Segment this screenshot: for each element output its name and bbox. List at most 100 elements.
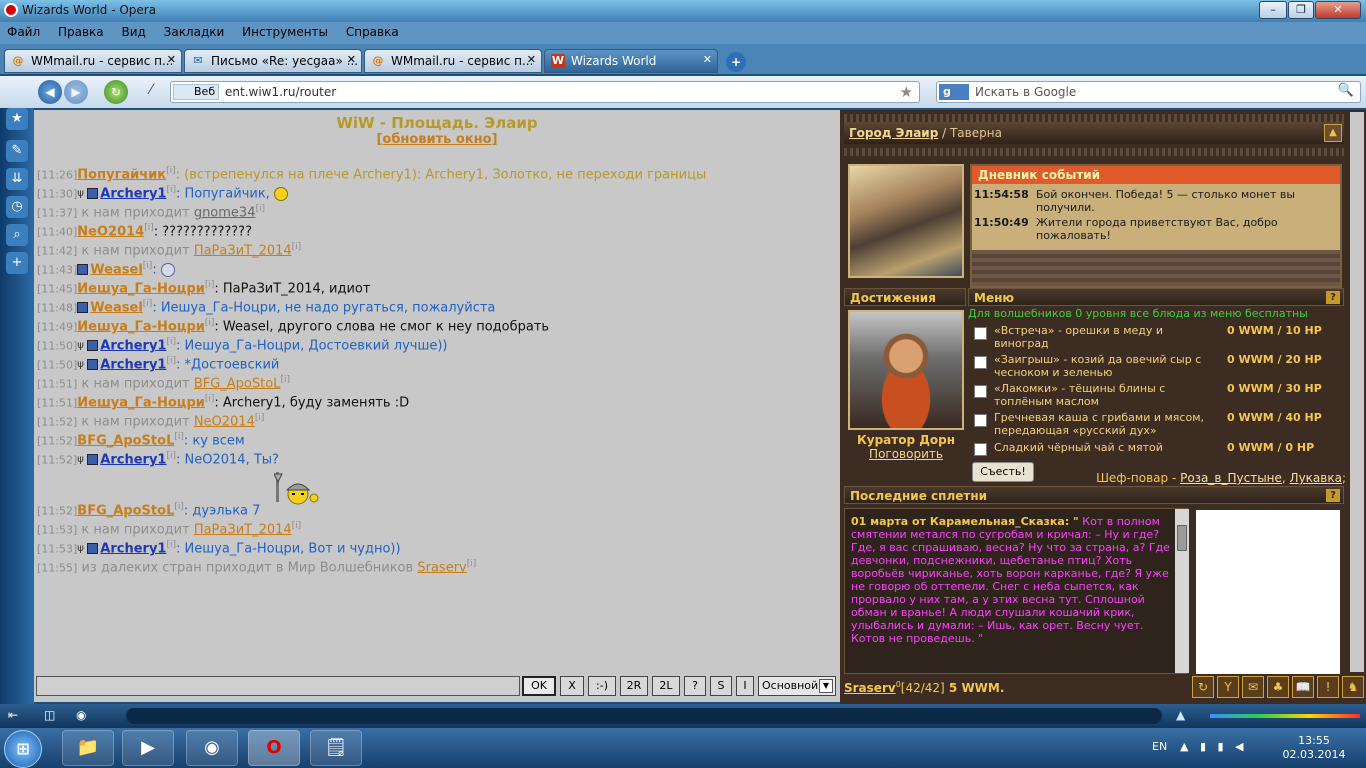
chat-info-link[interactable]: [i] bbox=[166, 451, 176, 461]
menu-view[interactable]: Вид bbox=[114, 22, 152, 42]
chat-nick[interactable]: Weasel bbox=[90, 300, 142, 315]
chevron-down-icon[interactable]: ▼ bbox=[819, 679, 833, 693]
chat-info-link[interactable]: [i] bbox=[205, 394, 215, 404]
clan-icon[interactable] bbox=[87, 543, 99, 555]
zoom-slider[interactable] bbox=[1210, 714, 1360, 718]
menu-item-checkbox[interactable] bbox=[974, 356, 987, 369]
search-panel-icon[interactable]: ⌕ bbox=[6, 224, 28, 246]
tab-wmmail-1[interactable]: @ WMmail.ru - сервис п... ✕ bbox=[4, 49, 182, 73]
start-button[interactable]: ⊞ bbox=[4, 730, 42, 768]
chat-info-link[interactable]: [i] bbox=[205, 280, 215, 290]
player-name[interactable]: Sraserv bbox=[844, 681, 896, 695]
back-icon[interactable]: ◀ bbox=[38, 80, 62, 104]
chat-ok-button[interactable]: OK bbox=[522, 676, 556, 696]
inventory-tool-icon[interactable]: ♣ bbox=[1267, 676, 1289, 698]
tab-wizards-world[interactable]: W Wizards World ✕ bbox=[544, 49, 718, 73]
chat-info-link[interactable]: [i] bbox=[166, 337, 176, 347]
refresh-link[interactable]: [обновить окно] bbox=[34, 132, 840, 147]
menu-bookmarks[interactable]: Закладки bbox=[157, 22, 232, 42]
add-panel-icon[interactable]: + bbox=[6, 252, 28, 274]
clan-icon[interactable] bbox=[87, 340, 99, 352]
clan-icon[interactable] bbox=[77, 302, 89, 314]
clan-icon[interactable] bbox=[87, 359, 99, 371]
chat-nick[interactable]: Weasel bbox=[90, 262, 142, 277]
chat-info-link[interactable]: [i] bbox=[292, 521, 302, 531]
tab-letter[interactable]: ✉ Письмо «Re: yecgaa» ... ✕ bbox=[184, 49, 362, 73]
scroll-thumb[interactable] bbox=[1177, 525, 1187, 551]
turbo-icon[interactable]: ◫ bbox=[44, 708, 55, 722]
chrome-taskbar-icon[interactable]: ◉ bbox=[186, 730, 238, 766]
chat-info-link[interactable]: [i] bbox=[143, 299, 153, 309]
opera-taskbar-icon[interactable]: O bbox=[248, 730, 300, 766]
search-icon[interactable]: 🔍 bbox=[1338, 83, 1354, 98]
chat-info-link[interactable]: [i] bbox=[255, 204, 265, 214]
tab-close-icon[interactable]: ✕ bbox=[527, 53, 536, 66]
city-link[interactable]: Город Элаир bbox=[849, 126, 938, 140]
chat-nick[interactable]: Archery1 bbox=[100, 541, 166, 556]
menu-item-checkbox[interactable] bbox=[974, 414, 987, 427]
tab-wmmail-2[interactable]: @ WMmail.ru - сервис п... ✕ bbox=[364, 49, 542, 73]
chat-s-button[interactable]: S bbox=[710, 676, 732, 696]
clan-tool-icon[interactable]: Y bbox=[1217, 676, 1239, 698]
gossip-scrollbar[interactable] bbox=[1175, 509, 1189, 673]
chat-info-link[interactable]: [i] bbox=[143, 261, 153, 271]
chat-info-link[interactable]: [i] bbox=[467, 559, 477, 569]
unite-icon[interactable]: ◉ bbox=[76, 708, 86, 722]
history-icon[interactable]: ◷ bbox=[6, 196, 28, 218]
collapse-icon[interactable]: ▲ bbox=[1324, 124, 1342, 142]
mail-tool-icon[interactable]: ✉ bbox=[1242, 676, 1264, 698]
google-engine-icon[interactable]: g bbox=[939, 84, 969, 100]
chat-info-link[interactable]: [i] bbox=[292, 242, 302, 252]
chat-nick[interactable]: Иешуа_Га-Ноцри bbox=[77, 319, 205, 334]
new-tab-button[interactable]: + bbox=[726, 52, 746, 72]
close-window-button[interactable]: ✕ bbox=[1315, 1, 1361, 19]
search-box[interactable]: g Искать в Google 🔍 bbox=[936, 81, 1361, 103]
chat-info-link[interactable]: [i] bbox=[144, 223, 154, 233]
chat-nick[interactable]: BFG_ApoStoL bbox=[77, 503, 174, 518]
menu-file[interactable]: Файл bbox=[0, 22, 47, 42]
gossip-help-button[interactable]: ? bbox=[1326, 489, 1340, 502]
downloads-icon[interactable]: ⇊ bbox=[6, 168, 28, 190]
clan-icon[interactable] bbox=[87, 188, 99, 200]
alert-tool-icon[interactable]: ! bbox=[1317, 676, 1339, 698]
media-player-taskbar-icon[interactable]: ▶ bbox=[122, 730, 174, 766]
chat-nick[interactable]: Иешуа_Га-Ноцри bbox=[77, 395, 205, 410]
tab-close-icon[interactable]: ✕ bbox=[703, 53, 712, 66]
maximize-button[interactable]: ❐ bbox=[1288, 1, 1314, 19]
chat-info-link[interactable]: [i] bbox=[166, 185, 176, 195]
chef-link[interactable]: Лукавка bbox=[1290, 471, 1342, 485]
chat-i-button[interactable]: I bbox=[736, 676, 754, 696]
chat-nick[interactable]: BFG_ApoStoL bbox=[194, 376, 281, 391]
reload-icon[interactable]: ↻ bbox=[104, 80, 128, 104]
bookmark-star-icon[interactable]: ★ bbox=[900, 83, 913, 101]
chat-info-link[interactable]: [i] bbox=[280, 375, 290, 385]
chat-info-link[interactable]: [i] bbox=[166, 356, 176, 366]
chat-channel-select[interactable]: Основной ▼ bbox=[758, 676, 836, 696]
menu-item-checkbox[interactable] bbox=[974, 327, 987, 340]
language-indicator[interactable]: EN bbox=[1152, 740, 1167, 753]
chat-nick[interactable]: BFG_ApoStoL bbox=[77, 433, 174, 448]
eat-button[interactable]: Съесть! bbox=[972, 462, 1034, 482]
exit-tool-icon[interactable]: ♞ bbox=[1342, 676, 1364, 698]
chat-nick[interactable]: ПаРаЗиТ_2014 bbox=[194, 243, 292, 258]
tray-icons[interactable]: ▲ ▮ ▮ ◀ bbox=[1180, 740, 1248, 753]
chat-nick[interactable]: Archery1 bbox=[100, 338, 166, 353]
address-url[interactable]: ent.wiw1.ru/router bbox=[225, 85, 336, 99]
chat-info-link[interactable]: [i] bbox=[166, 166, 176, 176]
sticky-notes-taskbar-icon[interactable]: 🗒 bbox=[310, 730, 362, 766]
chat-info-link[interactable]: [i] bbox=[255, 413, 265, 423]
chat-info-link[interactable]: [i] bbox=[174, 432, 184, 442]
wand-icon[interactable]: ⁄ bbox=[140, 82, 162, 102]
address-scope[interactable]: Веб bbox=[173, 84, 219, 100]
tab-close-icon[interactable]: ✕ bbox=[167, 53, 176, 66]
chat-2r-button[interactable]: 2R bbox=[620, 676, 648, 696]
minimize-button[interactable]: – bbox=[1259, 1, 1287, 19]
menu-item-checkbox[interactable] bbox=[974, 385, 987, 398]
chat-nick[interactable]: Archery1 bbox=[100, 452, 166, 467]
chat-smiles-button[interactable]: :-) bbox=[588, 676, 616, 696]
chat-info-link[interactable]: [i] bbox=[174, 502, 184, 512]
address-bar[interactable]: Веб ent.wiw1.ru/router ★ bbox=[170, 81, 920, 103]
refresh-link-text[interactable]: обновить окно bbox=[382, 132, 491, 147]
chat-nick[interactable]: Archery1 bbox=[100, 186, 166, 201]
chat-info-link[interactable]: [i] bbox=[166, 540, 176, 550]
